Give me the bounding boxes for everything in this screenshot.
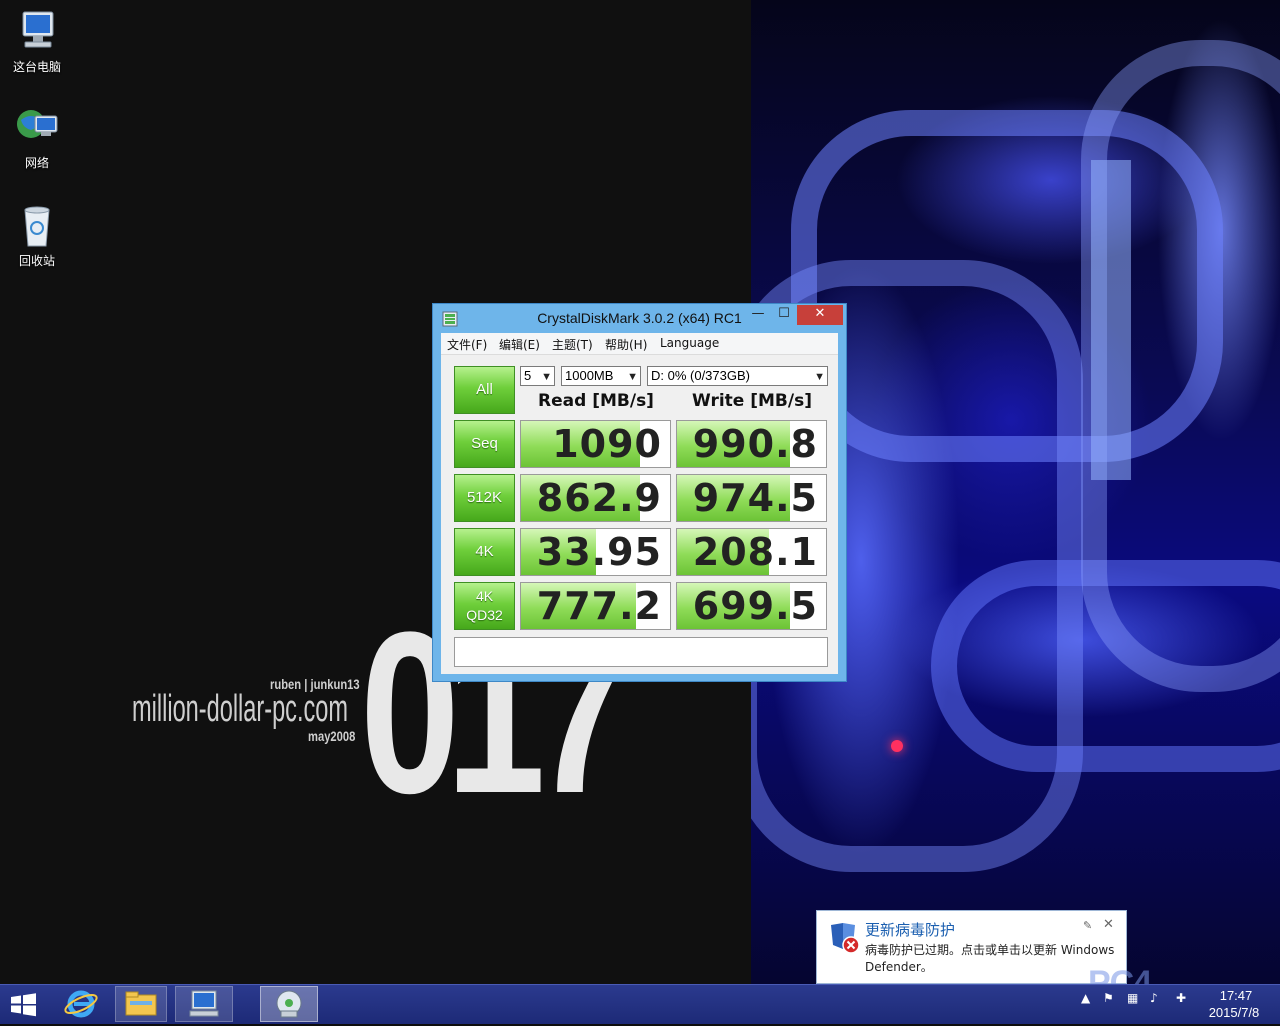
- tray-overflow-icon[interactable]: ▲: [1081, 991, 1090, 1005]
- notification-close-button[interactable]: ✕: [1103, 917, 1114, 932]
- volume-icon[interactable]: ♪: [1150, 991, 1158, 1005]
- result-value: 1090: [552, 422, 662, 466]
- clock-date[interactable]: 2015/7/8: [1200, 1005, 1268, 1020]
- test-size-select[interactable]: 1000MB ▼: [561, 366, 641, 386]
- window-title-bar[interactable]: CrystalDiskMark 3.0.2 (x64) RC1 — ☐ ✕: [433, 304, 846, 334]
- drive-value: D: 0% (0/373GB): [651, 368, 750, 383]
- result-value: 33.95: [536, 530, 662, 574]
- this-pc-icon: [189, 990, 219, 1017]
- close-button[interactable]: ✕: [797, 305, 843, 325]
- read-column-header: Read [MB/s]: [538, 391, 654, 411]
- test-count-value: 5: [524, 368, 532, 383]
- maximize-button[interactable]: ☐: [771, 305, 797, 325]
- taskbar: ▲ ⚑ ▦ ♪ ✚ 17:47 2015/7/8: [0, 984, 1280, 1024]
- 512k-test-button[interactable]: 512K: [454, 474, 515, 522]
- window-client-area: 文件(F) 编辑(E) 主题(T) 帮助(H) Language All 5 ▼…: [441, 333, 838, 674]
- seq-write-result: 990.8: [676, 420, 827, 468]
- desktop-icon-recycle-bin[interactable]: 回收站: [4, 202, 70, 269]
- wallpaper-date: may2008: [308, 728, 356, 744]
- network-tray-icon[interactable]: ▦: [1127, 991, 1138, 1005]
- row-label: 4K: [475, 588, 494, 604]
- drive-select[interactable]: D: 0% (0/373GB) ▼: [647, 366, 828, 386]
- write-column-header: Write [MB/s]: [692, 391, 812, 411]
- menu-theme[interactable]: 主题(T): [552, 336, 593, 353]
- internet-explorer-icon: [64, 990, 98, 1018]
- action-center-icon[interactable]: ⚑: [1103, 991, 1114, 1005]
- 4k-test-button[interactable]: 4K: [454, 528, 515, 576]
- minimize-icon: —: [751, 306, 765, 321]
- result-value: 862.9: [536, 476, 662, 520]
- this-pc-button[interactable]: [175, 986, 233, 1022]
- notification-title: 更新病毒防护: [865, 921, 956, 939]
- desktop-icon-label: 这台电脑: [12, 60, 61, 74]
- crystaldiskmark-window: CrystalDiskMark 3.0.2 (x64) RC1 — ☐ ✕ 文件…: [432, 303, 847, 682]
- close-icon: ✕: [1103, 917, 1114, 932]
- result-value: 699.5: [692, 584, 818, 628]
- pin-icon[interactable]: ✎: [1083, 919, 1092, 932]
- network-icon: [13, 104, 61, 152]
- test-count-select[interactable]: 5 ▼: [520, 366, 555, 386]
- internet-explorer-button[interactable]: [59, 986, 104, 1022]
- result-value: 974.5: [692, 476, 818, 520]
- shield-error-icon: [827, 921, 861, 955]
- wallpaper-site-text: million-dollar-pc.com: [132, 688, 349, 730]
- recycle-bin-icon: [13, 202, 61, 250]
- start-icon: [11, 993, 36, 1017]
- notification-body: 病毒防护已过期。点击或单击以更新 Windows Defender。: [865, 943, 1115, 974]
- chevron-down-icon: ▼: [627, 371, 638, 383]
- clock-time[interactable]: 17:47: [1206, 988, 1266, 1003]
- 512k-write-result: 974.5: [676, 474, 827, 522]
- menu-language[interactable]: Language: [660, 336, 719, 350]
- 4k-write-result: 208.1: [676, 528, 827, 576]
- desktop-icon-this-pc[interactable]: 这台电脑: [4, 8, 70, 75]
- seq-read-result: 1090: [520, 420, 671, 468]
- result-value: 208.1: [692, 530, 818, 574]
- minimize-button[interactable]: —: [745, 305, 771, 325]
- crystaldiskmark-icon: [276, 990, 302, 1018]
- maximize-icon: ☐: [778, 306, 790, 321]
- menu-bar: 文件(F) 编辑(E) 主题(T) 帮助(H) Language: [441, 333, 838, 355]
- row-label-sub: QD32: [466, 607, 503, 623]
- defender-notification[interactable]: 更新病毒防护 病毒防护已过期。点击或单击以更新 Windows Defender…: [816, 910, 1127, 984]
- menu-file[interactable]: 文件(F): [447, 336, 487, 353]
- file-explorer-button[interactable]: [115, 986, 167, 1022]
- computer-icon: [13, 8, 61, 56]
- 4k-qd32-test-button[interactable]: 4K QD32: [454, 582, 515, 630]
- desktop-icon-label: 网络: [24, 156, 49, 170]
- chevron-down-icon: ▼: [814, 371, 825, 383]
- row-label: Seq: [471, 435, 498, 452]
- input-method-icon[interactable]: ✚: [1176, 991, 1186, 1005]
- menu-edit[interactable]: 编辑(E): [499, 336, 540, 353]
- desktop-icon-label: 回收站: [18, 254, 55, 268]
- desktop-icon-network[interactable]: 网络: [4, 104, 70, 171]
- start-button[interactable]: [0, 986, 47, 1022]
- row-label: 512K: [466, 489, 503, 506]
- 512k-read-result: 862.9: [520, 474, 671, 522]
- 4k-qd32-write-result: 699.5: [676, 582, 827, 630]
- test-size-value: 1000MB: [565, 368, 614, 383]
- row-label: 4K: [475, 543, 494, 560]
- run-all-button[interactable]: All: [454, 366, 515, 414]
- 4k-read-result: 33.95: [520, 528, 671, 576]
- file-explorer-icon: [125, 991, 157, 1016]
- 4k-qd32-read-result: 777.2: [520, 582, 671, 630]
- crystaldiskmark-taskbar-button[interactable]: [260, 986, 318, 1022]
- chevron-down-icon: ▼: [541, 371, 552, 383]
- close-icon: ✕: [814, 306, 826, 321]
- comment-field[interactable]: [454, 637, 828, 667]
- menu-help[interactable]: 帮助(H): [605, 336, 647, 353]
- seq-test-button[interactable]: Seq: [454, 420, 515, 468]
- result-value: 990.8: [692, 422, 818, 466]
- result-value: 777.2: [536, 584, 662, 628]
